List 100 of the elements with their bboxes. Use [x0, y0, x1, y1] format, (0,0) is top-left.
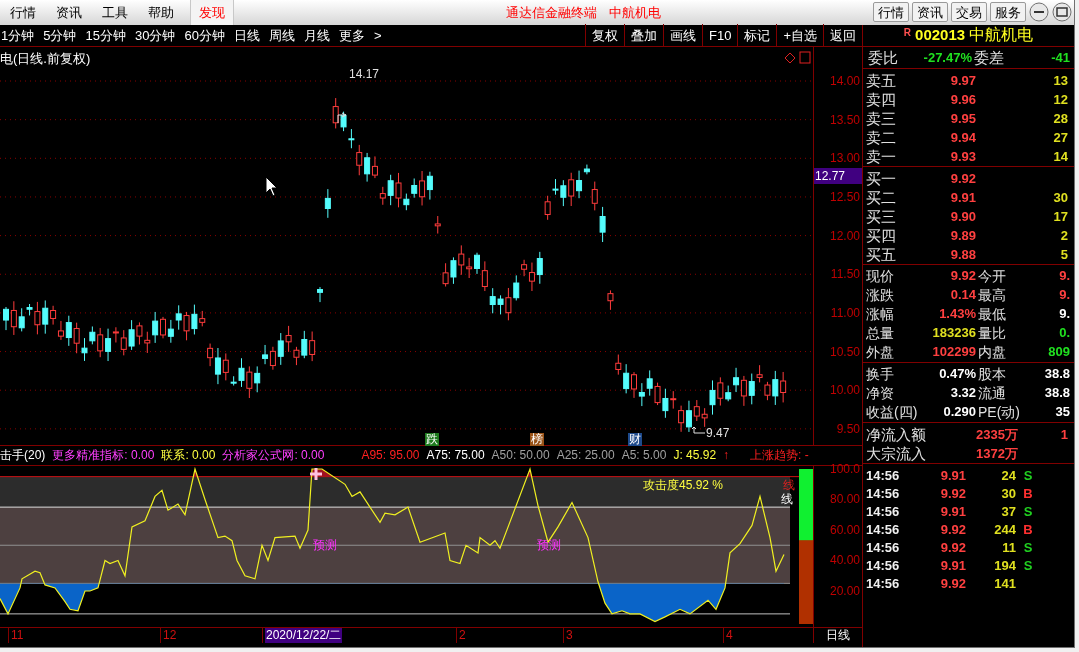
axis-label: 14.00: [829, 73, 860, 88]
line-label: 线: [783, 477, 795, 492]
legend-text: 更多精准指标: 0.00: [52, 447, 155, 465]
event-marker[interactable]: 财: [628, 432, 642, 446]
tick-time: 14:56: [866, 538, 901, 557]
order-volume: 17: [1052, 208, 1068, 227]
quote-text: 委比: [867, 47, 899, 68]
order-label: 卖五: [866, 70, 897, 91]
tick-time: 14:56: [866, 556, 901, 575]
period-tab[interactable]: 周线: [268, 25, 295, 46]
stat-label: 股本: [977, 364, 1007, 383]
tick-volume: 30: [1000, 484, 1016, 503]
menu-item[interactable]: 资讯: [46, 0, 92, 25]
order-label: 买五: [866, 244, 897, 265]
stat-value: 809: [1047, 342, 1070, 361]
stat-value: 35: [1054, 402, 1070, 421]
period-tab[interactable]: 30分钟: [134, 25, 176, 46]
tool-button[interactable]: 画线: [663, 24, 702, 47]
order-price: 9.97: [949, 72, 976, 91]
stat-label: 涨幅: [866, 304, 895, 323]
order-price: 9.91: [949, 189, 976, 208]
menu-item[interactable]: 帮助: [138, 0, 184, 25]
stat-value: 9.: [1058, 285, 1070, 304]
stat-label: PE(动): [977, 402, 1021, 421]
legend-text: A95: 95.00: [361, 447, 420, 465]
stat-value: 38.8: [1043, 364, 1070, 383]
order-label: 买三: [866, 206, 897, 227]
order-price: 9.92: [949, 170, 976, 189]
tick-volume: 24: [1000, 466, 1016, 485]
order-price: 9.95: [949, 110, 976, 129]
quote-text: -27.47%: [922, 49, 972, 68]
stat-value: 9.: [1058, 266, 1070, 285]
tick-time: 14:56: [866, 466, 901, 485]
order-price: 9.90: [949, 208, 976, 227]
order-price: 9.96: [949, 91, 976, 110]
period-tab[interactable]: 1分钟: [1, 25, 35, 46]
menu-item[interactable]: 行情: [0, 0, 46, 25]
event-marker[interactable]: 跌: [425, 432, 439, 446]
order-label: 买四: [866, 225, 897, 246]
tick-price: 9.91: [939, 556, 966, 575]
tool-button[interactable]: 标记: [737, 24, 777, 47]
order-volume: 30: [1052, 189, 1068, 208]
order-label: 买一: [866, 168, 897, 189]
stat-label: 内盘: [977, 342, 1007, 361]
tick-volume: 194: [993, 556, 1016, 575]
stat-label: 量比: [977, 323, 1007, 342]
legend-text: A75: 75.00: [426, 447, 485, 465]
tick-price: 9.91: [939, 466, 966, 485]
period-tab[interactable]: 60分钟: [184, 25, 225, 46]
stat-value: 0.47%: [938, 364, 976, 383]
tool-button[interactable]: +自选: [776, 24, 823, 47]
menu-item[interactable]: 工具: [92, 0, 138, 25]
axis-label: 3: [566, 627, 573, 643]
high-price-label: 14.17: [349, 65, 380, 83]
tool-button[interactable]: 叠加: [624, 24, 663, 47]
tick-time: 14:56: [866, 502, 901, 521]
event-marker[interactable]: 榜: [530, 432, 544, 446]
order-label: 卖一: [866, 146, 897, 167]
chevron-link[interactable]: >: [373, 25, 382, 46]
axis-label: 9.50: [836, 421, 860, 436]
order-price: 9.94: [949, 129, 976, 148]
axis-label: 20.00: [829, 583, 860, 598]
stat-value: 183236: [931, 323, 976, 342]
stat-value: 38.8: [1043, 383, 1070, 402]
order-label: 卖四: [866, 89, 897, 110]
period-tab[interactable]: 更多: [338, 25, 365, 46]
toolbar-button[interactable]: 资讯: [912, 2, 948, 23]
stat-value: 9.: [1058, 304, 1070, 323]
axis-label: 10.00: [829, 383, 860, 398]
order-price: 9.89: [949, 227, 976, 246]
toolbar-button[interactable]: 行情: [873, 2, 909, 23]
quote-text: -41: [1050, 49, 1070, 68]
axis-label: 100.0: [829, 461, 860, 476]
tick-side: S: [1022, 502, 1034, 521]
tick-side: S: [1022, 556, 1034, 575]
tick-price: 9.91: [939, 502, 966, 521]
tool-button[interactable]: 复权: [585, 24, 624, 47]
period-tab[interactable]: 月线: [303, 25, 330, 46]
legend-text: 联系: 0.00: [161, 447, 216, 465]
period-tab[interactable]: 日线: [233, 25, 260, 46]
stock-title: 中航机电: [609, 3, 661, 22]
tick-price: 9.92: [939, 574, 966, 593]
tool-button[interactable]: F10: [702, 24, 738, 47]
stat-value: 0.14: [949, 285, 976, 304]
tool-button[interactable]: 返回: [823, 24, 862, 47]
stat-label: 最低: [977, 304, 1007, 323]
axis-label: 40.00: [829, 553, 860, 568]
period-tab[interactable]: 5分钟: [43, 25, 77, 46]
toolbar-button[interactable]: 服务: [990, 2, 1026, 23]
order-price: 9.93: [949, 148, 976, 167]
period-tab[interactable]: 15分钟: [85, 25, 126, 46]
toolbar-button[interactable]: 交易: [951, 2, 987, 23]
legend-text: 分析家公式网: 0.00: [222, 447, 325, 465]
legend-text: A50: 50.00: [491, 447, 550, 465]
tick-price: 9.92: [939, 484, 966, 503]
flow-label: 大宗流入: [866, 443, 927, 464]
menu-tab[interactable]: 发现: [190, 0, 234, 25]
axis-label: 60.00: [829, 522, 860, 537]
axis-label: 11: [11, 627, 24, 643]
stat-value: 3.32: [949, 383, 976, 402]
